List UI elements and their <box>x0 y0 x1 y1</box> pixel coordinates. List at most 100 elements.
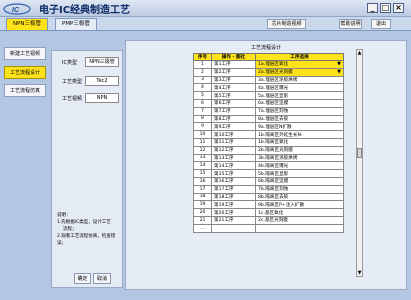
table-row[interactable]: 5 第5工序 5a.埋层区显影 <box>193 91 344 100</box>
row-step-select[interactable]: 9b.隔离区P+注入扩散 <box>255 200 344 210</box>
tab-pnp[interactable]: PMP三极管 <box>55 18 97 30</box>
minimize-button[interactable]: _ <box>367 3 378 13</box>
row-index: ... <box>193 223 212 233</box>
app-logo-icon: IC <box>3 3 31 15</box>
table-row[interactable]: 9 第9工序 9a.埋层区N扩散 <box>193 122 344 132</box>
row-operation: 第15工序 <box>211 169 256 178</box>
row-step-select[interactable]: 1b.隔离区氧化 <box>255 137 344 147</box>
table-row[interactable]: 15 第15工序 5b.隔离区显影 <box>193 169 344 178</box>
process-model-field: NPN <box>85 93 119 103</box>
cancel-button[interactable]: 取消 <box>93 273 111 284</box>
cell-text: 18 <box>199 194 206 200</box>
cell-text: 第19工序 <box>214 202 234 208</box>
cell-text: 8 <box>201 116 204 122</box>
table-row[interactable]: 13 第13工序 3b.隔离区涂胶烘烤 <box>193 153 344 163</box>
cell-text: 第10工序 <box>214 132 234 138</box>
chip-video-button[interactable]: 芯片制造视频 <box>267 19 306 29</box>
table-row[interactable]: 1 第1工序 1a.埋层区氧化 ▼ <box>193 60 344 69</box>
cell-text: 4 <box>201 85 204 91</box>
table-row[interactable]: 6 第6工序 6a.埋层区坚膜 <box>193 98 344 108</box>
row-operation: 第10工序 <box>211 130 256 139</box>
table-row[interactable]: 21 第21工序 2c.基区光刻膜 <box>193 215 344 225</box>
row-operation: 第7工序 <box>211 106 256 116</box>
table-row[interactable]: 19 第19工序 9b.隔离区P+注入扩散 <box>193 200 344 210</box>
cell-text: 11 <box>199 139 206 145</box>
row-step-select[interactable]: 6b.隔离区坚膜 <box>255 176 344 186</box>
cell-text: 9a.埋层区N扩散 <box>258 124 292 130</box>
row-step-select[interactable]: 1b.隔离区外延生长N- <box>255 130 344 139</box>
process-type-field: Tec2 <box>85 76 119 86</box>
table-row[interactable]: ... <box>193 223 344 233</box>
table-row[interactable]: 11 第11工序 1b.隔离区氧化 <box>193 137 344 147</box>
cell-text: 1b.隔离区外延生长N- <box>258 132 303 138</box>
table-row[interactable]: 8 第8工序 8a.埋层区去胶 <box>193 114 344 124</box>
row-index: 20 <box>193 208 212 217</box>
row-index: 19 <box>193 200 212 210</box>
cell-text: 第20工序 <box>214 210 234 216</box>
row-step-select[interactable]: 3b.隔离区涂胶烘烤 <box>255 153 344 163</box>
table-row[interactable]: 18 第18工序 8b.隔离区去胶 <box>193 192 344 202</box>
row-step-select[interactable]: 2a.埋层区光刻膜 ▼ <box>255 67 344 77</box>
table-scrollbar[interactable]: ▲ ▼ <box>356 49 363 277</box>
row-step-select[interactable]: 5b.隔离区显影 <box>255 169 344 178</box>
row-step-select[interactable]: 2b.隔离区光刻膜 <box>255 145 344 155</box>
table-title: 工艺流程设计 <box>250 45 281 51</box>
cell-text: 1 <box>201 61 204 67</box>
table-row[interactable]: 16 第16工序 6b.隔离区坚膜 <box>193 176 344 186</box>
row-step-select[interactable]: 1a.埋层区氧化 ▼ <box>255 60 344 69</box>
table-row[interactable]: 14 第14工序 4b.隔离区曝光 <box>193 161 344 171</box>
nav-process-simulation[interactable]: 工艺流程仿真 <box>4 84 46 97</box>
cell-text: 7b.隔离区刻蚀 <box>258 187 289 193</box>
row-index: 9 <box>193 122 212 132</box>
row-step-select[interactable]: 1c.基区氧化 <box>255 208 344 217</box>
help-button[interactable]: 帮助说明 <box>339 19 362 29</box>
cell-text: 12 <box>199 147 206 153</box>
row-step-select[interactable]: 5a.埋层区显影 <box>255 91 344 100</box>
row-step-select[interactable]: 7b.隔离区刻蚀 <box>255 184 344 194</box>
scroll-thumb[interactable] <box>357 148 362 158</box>
row-step-select[interactable]: 7a.埋层区刻蚀 <box>255 106 344 116</box>
table-row[interactable]: 10 第10工序 1b.隔离区外延生长N- <box>193 130 344 139</box>
table-row[interactable]: 20 第20工序 1c.基区氧化 <box>193 208 344 217</box>
svg-text:IC: IC <box>12 7 20 14</box>
cell-text: 第6工序 <box>214 101 231 107</box>
confirm-button[interactable]: 确定 <box>74 273 91 284</box>
row-step-select[interactable]: 6a.埋层区坚膜 <box>255 98 344 108</box>
dropdown-arrow-icon[interactable]: ▼ <box>337 69 341 75</box>
cell-text: 5 <box>201 93 204 99</box>
row-operation: 第20工序 <box>211 208 256 217</box>
dropdown-arrow-icon[interactable]: ▼ <box>337 61 341 67</box>
restore-button[interactable]: □ <box>380 3 391 13</box>
tab-npn[interactable]: NPN三极管 <box>6 18 49 30</box>
row-step-select[interactable]: 2c.基区光刻膜 <box>255 215 344 225</box>
cell-text: 3b.隔离区涂胶烘烤 <box>258 155 298 161</box>
row-operation <box>211 223 256 233</box>
table-row[interactable]: 3 第3工序 3a.埋层区涂胶烘烤 <box>193 75 344 85</box>
cell-text: 20 <box>199 210 206 216</box>
row-step-select[interactable]: 8a.埋层区去胶 <box>255 114 344 124</box>
nav-process-design[interactable]: 工艺流程设计 <box>4 66 46 79</box>
cell-text: 1a.埋层区氧化 <box>258 62 289 68</box>
table-row[interactable]: 12 第12工序 2b.隔离区光刻膜 <box>193 145 344 155</box>
cell-text: 5a.埋层区显影 <box>258 93 289 99</box>
row-index: 4 <box>193 83 212 93</box>
row-step-select[interactable]: 4a.埋层区曝光 <box>255 83 344 93</box>
scroll-down-icon[interactable]: ▼ <box>357 270 362 276</box>
row-step-select[interactable]: 8b.隔离区去胶 <box>255 192 344 202</box>
row-step-select[interactable]: 9a.埋层区N扩散 <box>255 122 344 132</box>
table-row[interactable]: 17 第17工序 7b.隔离区刻蚀 <box>193 184 344 194</box>
exit-button[interactable]: 退出 <box>371 19 391 29</box>
table-row[interactable]: 4 第4工序 4a.埋层区曝光 <box>193 83 344 93</box>
row-step-select[interactable] <box>255 223 344 233</box>
table-row[interactable]: 7 第7工序 7a.埋层区刻蚀 <box>193 106 344 116</box>
cell-text: 第12工序 <box>214 148 234 154</box>
cell-text: 8b.隔离区去胶 <box>258 194 289 200</box>
table-row[interactable]: 2 第2工序 2a.埋层区光刻膜 ▼ <box>193 67 344 77</box>
scroll-up-icon[interactable]: ▲ <box>357 50 362 56</box>
row-step-select[interactable]: 3a.埋层区涂胶烘烤 <box>255 75 344 85</box>
close-button[interactable]: × <box>393 3 404 13</box>
nav-new-process-video[interactable]: 新建工艺视频 <box>4 47 46 60</box>
row-index: 5 <box>193 91 212 100</box>
row-operation: 第14工序 <box>211 161 256 171</box>
row-step-select[interactable]: 4b.隔离区曝光 <box>255 161 344 171</box>
